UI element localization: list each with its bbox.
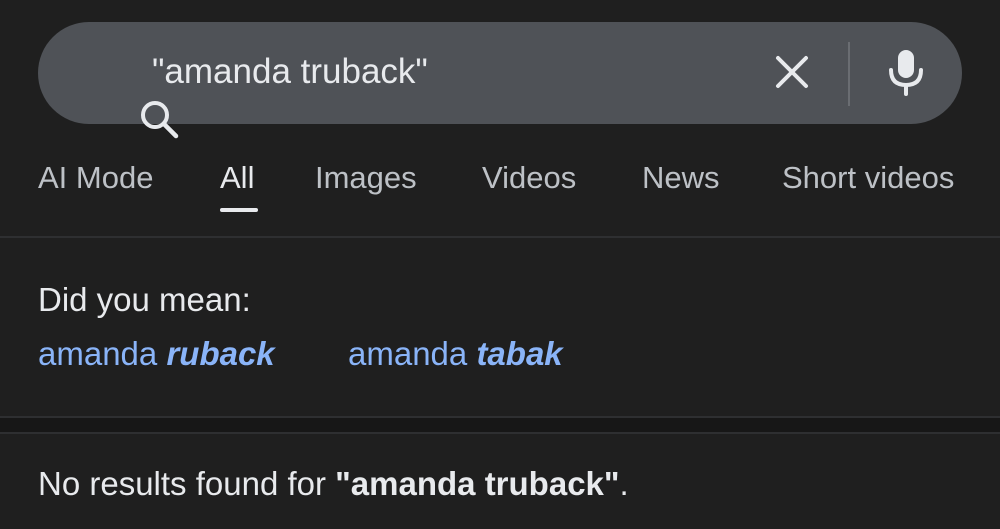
tab-ai-mode[interactable]: AI Mode	[38, 158, 153, 198]
active-tab-indicator	[220, 208, 258, 212]
tab-short-videos[interactable]: Short videos	[782, 158, 954, 198]
tab-images[interactable]: Images	[315, 158, 417, 198]
suggestion-emphasis: ruback	[166, 335, 275, 372]
no-results-prefix: No results found for	[38, 465, 336, 502]
microphone-icon[interactable]	[884, 48, 928, 96]
search-bar-divider	[848, 42, 850, 106]
no-results-query: "amanda truback"	[335, 465, 620, 502]
no-results-message: No results found for "amanda truback".	[38, 464, 629, 504]
tab-videos[interactable]: Videos	[482, 158, 576, 198]
search-results-page: "amanda truback" AI Mode All Images Vide…	[0, 0, 1000, 529]
tab-news[interactable]: News	[642, 158, 720, 198]
divider	[0, 432, 1000, 434]
search-bar[interactable]: "amanda truback"	[38, 22, 962, 139]
close-icon[interactable]	[770, 50, 814, 94]
search-tabs: AI Mode All Images Videos News Short vid…	[0, 140, 1000, 236]
tab-all[interactable]: All	[220, 158, 254, 198]
suggestion-emphasis: tabak	[476, 335, 563, 372]
no-results-suffix: .	[619, 465, 629, 502]
suggestion-prefix: amanda	[38, 335, 167, 372]
suggestion-link[interactable]: amanda tabak	[348, 334, 563, 374]
search-input[interactable]: "amanda truback"	[152, 50, 428, 94]
divider	[0, 236, 1000, 238]
suggestion-prefix: amanda	[348, 335, 477, 372]
suggestion-link[interactable]: amanda ruback	[38, 334, 275, 374]
did-you-mean-label: Did you mean:	[38, 281, 251, 318]
